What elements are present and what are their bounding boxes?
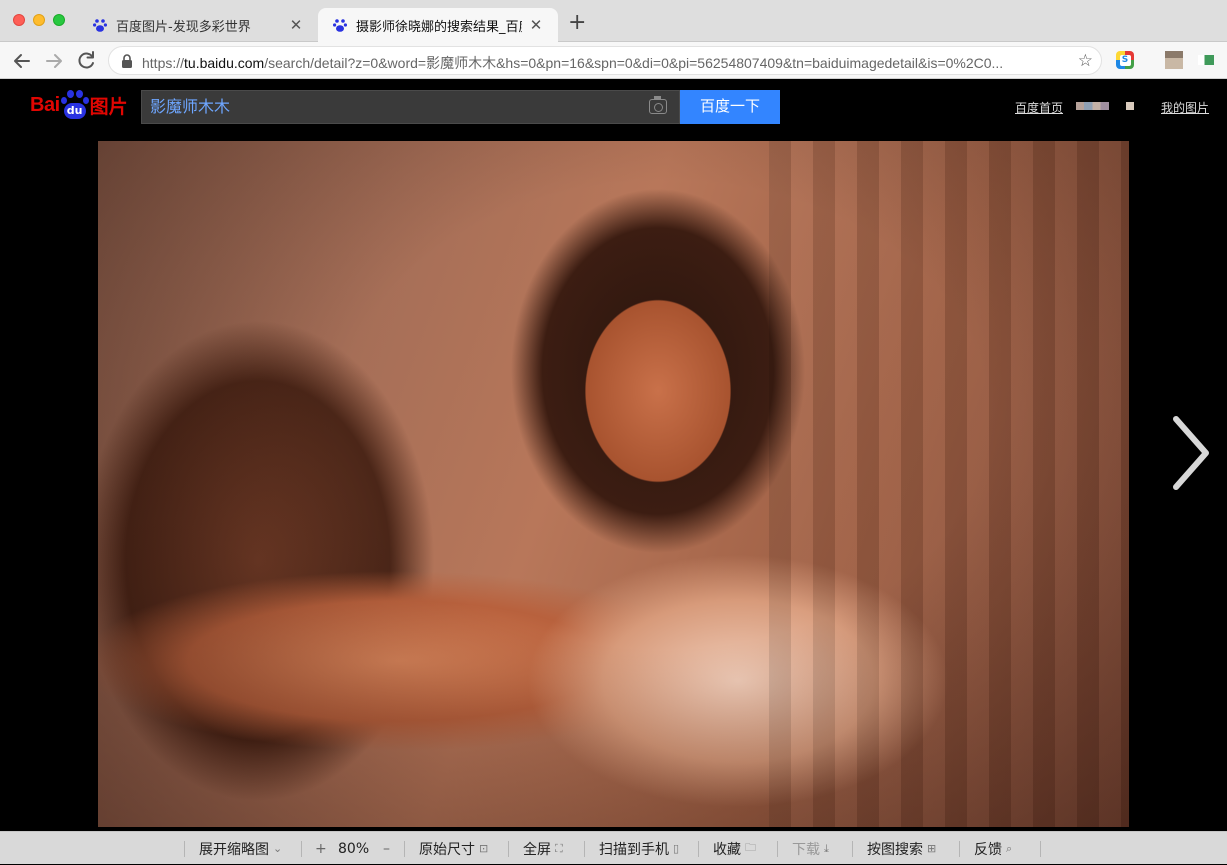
- bookmark-star-icon[interactable]: ☆: [1078, 51, 1093, 71]
- address-bar[interactable]: https://tu.baidu.com/search/detail?z=0&w…: [108, 46, 1102, 75]
- extension-s-icon[interactable]: S: [1116, 51, 1134, 69]
- viewer-bottom-toolbar: 展开缩略图 ⌄ + 80% – 原始尺寸 ⊡ 全屏 ⛶ 扫描到手机 ▯ 收藏 🗀…: [0, 831, 1227, 864]
- baidu-paw-icon: [333, 19, 347, 32]
- tab-close-icon[interactable]: ✕: [288, 16, 304, 34]
- tab-title: 百度图片-发现多彩世界: [116, 19, 251, 35]
- fullscreen-icon: ⛶: [555, 841, 563, 855]
- baidu-paw-icon: [93, 19, 107, 32]
- url-scheme: https://: [142, 55, 185, 71]
- search-button[interactable]: 百度一下: [680, 90, 780, 124]
- browser-toolbar: https://tu.baidu.com/search/detail?z=0&w…: [0, 42, 1227, 79]
- divider: [852, 841, 853, 857]
- download-button[interactable]: 下载 ⤓: [792, 832, 829, 865]
- expand-thumbnails-button[interactable]: 展开缩略图 ⌄: [199, 832, 282, 865]
- download-label: 下载: [792, 841, 820, 858]
- url-text: https://tu.baidu.com/search/detail?z=0&w…: [142, 53, 1062, 73]
- folder-icon: 🗀: [745, 841, 756, 854]
- divider: [959, 841, 960, 857]
- favorite-label: 收藏: [713, 841, 741, 858]
- image-search-icon: ⊞: [927, 842, 937, 855]
- close-window-button[interactable]: [13, 14, 25, 26]
- tab-search-result[interactable]: 摄影师徐晓娜的搜索结果_百度图 ✕: [318, 8, 558, 42]
- tab-title: 摄影师徐晓娜的搜索结果_百度图: [356, 19, 522, 35]
- user-menu-redacted[interactable]: [1126, 102, 1134, 110]
- zoom-in-button[interactable]: +: [315, 832, 327, 865]
- chevron-down-circle-icon: ⌄: [273, 842, 283, 855]
- logo-text-tupian: 图片: [89, 95, 128, 118]
- scan-to-phone-label: 扫描到手机: [599, 841, 669, 858]
- username-redacted[interactable]: [1076, 102, 1109, 110]
- original-size-label: 原始尺寸: [419, 841, 475, 858]
- extension-icon[interactable]: [1198, 55, 1214, 65]
- search-by-image-label: 按图搜索: [867, 841, 923, 858]
- zoom-out-button[interactable]: –: [383, 832, 390, 865]
- divider: [508, 841, 509, 857]
- download-icon: ⤓: [824, 841, 829, 855]
- url-path: /search/detail?z=0&word=影魔师木木&hs=0&pn=16…: [264, 55, 1004, 71]
- maximize-window-button[interactable]: [53, 14, 65, 26]
- fullscreen-label: 全屏: [523, 841, 551, 858]
- search-box: [141, 90, 680, 124]
- image-viewer: [0, 137, 1227, 831]
- search-by-image-button[interactable]: 按图搜索 ⊞: [867, 832, 936, 865]
- divider: [584, 841, 585, 857]
- divider: [777, 841, 778, 857]
- baidu-header: Bai du 图片 百度一下 百度首页 我的图片: [0, 79, 1227, 137]
- lock-icon: [122, 54, 132, 68]
- new-tab-button[interactable]: +: [568, 12, 586, 34]
- original-size-icon: ⊡: [479, 842, 489, 855]
- tab-close-icon[interactable]: ✕: [528, 16, 544, 34]
- my-images-link[interactable]: 我的图片: [1161, 99, 1209, 116]
- url-host: tu.baidu.com: [184, 55, 265, 71]
- fullscreen-button[interactable]: 全屏 ⛶: [523, 832, 563, 865]
- phone-icon: ▯: [673, 842, 680, 855]
- forward-arrow-icon[interactable]: [42, 49, 66, 73]
- expand-thumbnails-label: 展开缩略图: [199, 841, 269, 858]
- feedback-button[interactable]: 反馈 ⌕: [974, 832, 1012, 865]
- extension-icon[interactable]: [1165, 51, 1183, 69]
- divider: [184, 841, 185, 857]
- minimize-window-button[interactable]: [33, 14, 45, 26]
- reload-icon[interactable]: [74, 49, 98, 73]
- divider: [698, 841, 699, 857]
- tab-baidu-images[interactable]: 百度图片-发现多彩世界 ✕: [78, 8, 318, 42]
- original-size-button[interactable]: 原始尺寸 ⊡: [419, 832, 488, 865]
- divider: [1040, 841, 1041, 857]
- camera-icon[interactable]: [649, 96, 667, 114]
- divider: [301, 841, 302, 857]
- baidu-paw-icon: du: [60, 90, 89, 120]
- zoom-level: 80%: [338, 840, 370, 857]
- logo-text-bai: Bai: [30, 93, 60, 116]
- search-input[interactable]: [150, 91, 630, 123]
- back-arrow-icon[interactable]: [10, 49, 34, 73]
- next-image-arrow-icon[interactable]: [1168, 415, 1214, 491]
- main-photo[interactable]: [98, 141, 1129, 827]
- browser-tab-bar: 百度图片-发现多彩世界 ✕ 摄影师徐晓娜的搜索结果_百度图 ✕ +: [0, 0, 1227, 42]
- scan-to-phone-button[interactable]: 扫描到手机 ▯: [599, 832, 679, 865]
- baidu-home-link[interactable]: 百度首页: [1015, 99, 1063, 116]
- favorite-button[interactable]: 收藏 🗀: [713, 832, 756, 865]
- feedback-label: 反馈: [974, 841, 1002, 858]
- divider: [404, 841, 405, 857]
- photo-detail: [98, 141, 1129, 827]
- logo-text-du: du: [63, 103, 86, 119]
- feedback-icon: ⌕: [1006, 841, 1013, 855]
- baidu-images-logo[interactable]: Bai du 图片: [30, 87, 128, 123]
